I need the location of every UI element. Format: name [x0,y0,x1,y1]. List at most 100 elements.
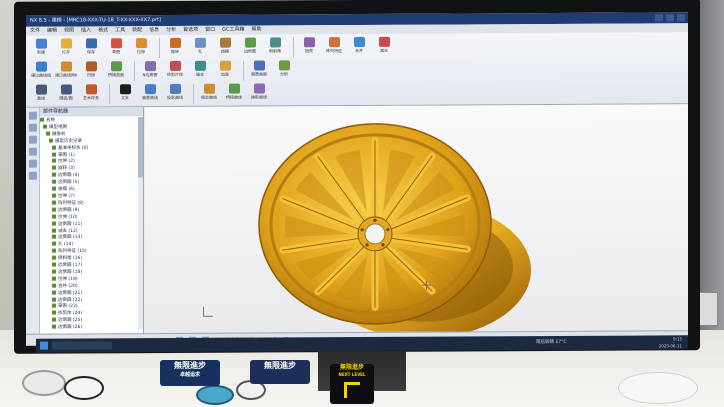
ribbon-button[interactable]: 偏置曲面 [248,60,270,82]
graphics-viewport[interactable] [145,104,688,334]
ribbon-button[interactable]: 旋转 [164,37,186,60]
close-button[interactable] [677,14,685,22]
feature-icon [52,193,56,198]
trim-sheet-icon [169,60,181,71]
ribbon-button[interactable]: 草图 [105,38,127,60]
ribbon-button[interactable]: 投影曲线 [164,83,186,106]
ribbon-button[interactable]: 分析 [273,60,295,82]
save-icon [85,38,97,49]
mesh-surface-icon [60,61,72,72]
tree-row-label: 摄像机 [52,131,66,137]
weather-widget[interactable]: 雨后转晴 17°C [536,336,567,350]
ribbon-button[interactable]: N边曲面 [139,61,161,83]
menu-item[interactable]: 分析 [166,26,176,35]
lug-hole [360,228,364,232]
minimize-button[interactable] [655,14,663,22]
sketch-icon [110,38,122,49]
ribbon-button[interactable]: 通过曲线组 [30,61,52,84]
clock-date: 2023-06-11 [658,343,682,349]
menu-item[interactable]: 信息 [149,26,159,35]
tree-row[interactable]: 边倒圆 (26) [40,324,137,330]
ribbon-button-label: 保存 [87,49,95,55]
feature-icon [52,221,56,226]
wheel-model[interactable] [145,104,688,334]
ribbon-button-label: 投影曲线 [167,94,183,100]
ribbon-button[interactable]: 修剪片体 [164,60,186,83]
ribbon-button[interactable]: 打开 [55,38,77,60]
menu-item[interactable]: 视图 [64,26,74,35]
ribbon-button[interactable]: 加厚 [214,60,236,83]
wcs-triad-icon [203,306,213,317]
ribbon-separator [134,61,135,82]
ribbon-button[interactable]: 拉伸 [130,38,152,60]
feature-icon [52,241,56,246]
ribbon-button[interactable]: 艺术样条 [80,84,102,106]
tree-row-label: 边倒圆 (25) [58,318,83,324]
menu-item[interactable]: 工具 [115,26,125,35]
ribbon-row-1: 新建 打开 保存 草图 拉伸 旋转 孔 拔模 边倒圆 倒斜角 抽壳 阵列特征 合并 减去 [30,35,684,60]
taskbar-search[interactable] [52,341,112,350]
menu-item[interactable]: 格式 [98,26,108,35]
arc-icon [60,84,72,95]
resource-bar [26,107,40,334]
ribbon-button-label: 文本 [121,95,129,101]
tree-scrollbar[interactable] [138,117,143,330]
hole-icon [194,37,206,48]
ribbon-button[interactable]: 相交曲线 [198,83,220,106]
menu-item[interactable]: 首选项 [183,26,198,35]
menu-item[interactable]: 窗口 [205,26,215,35]
ribbon-button[interactable]: 文本 [114,84,136,106]
menu-item[interactable]: 帮助 [252,25,262,34]
ribbon-button[interactable]: 桥接曲线 [223,83,245,106]
pattern-icon [328,37,340,48]
system-tray-clock[interactable]: 9:15 2023-06-11 [659,335,682,349]
ribbon-button[interactable]: 桥接曲面 [105,61,127,83]
tree-row-label: 模型历史记录 [55,138,82,144]
feature-icon [52,262,56,267]
system-materials-icon[interactable] [28,171,37,180]
feature-icon [52,186,56,191]
feature-icon [49,138,53,143]
feature-icon [52,234,56,240]
n-sided-icon [144,61,156,72]
menu-item[interactable]: 插入 [81,26,91,35]
history-tab-icon[interactable] [28,123,37,132]
ribbon-button[interactable]: 缝合 [189,60,211,83]
chamfer-icon [269,37,281,48]
feature-icon [52,304,56,309]
desk-item-disc [22,370,66,396]
lug-hole [381,243,385,247]
web-browser-icon[interactable] [28,147,37,156]
roles-icon[interactable] [28,159,37,168]
ribbon-button[interactable]: 抽取曲线 [248,83,270,105]
menu-item[interactable]: GC工具箱 [222,26,244,35]
ribbon-button[interactable]: 通过曲线网格 [55,61,77,83]
start-menu-icon[interactable] [40,341,48,350]
ribbon-button[interactable]: 扫掠 [80,61,102,83]
menu-item[interactable]: 文件 [30,27,40,36]
part-navigator: 部件导航器 名称 模型视图 摄像机 模型历史记录 基准坐标系 (0) 草图 (1) 拉伸 (… [26,107,144,334]
ribbon-button[interactable]: 圆弧/圆 [55,84,77,106]
maximize-button[interactable] [666,14,674,22]
menu-item[interactable]: 编辑 [47,27,57,36]
ribbon-button-label: 偏置曲线 [142,95,158,101]
ribbon-button-label: N边曲面 [142,72,158,78]
tree-row-label: 模型视图 [49,124,67,131]
ribbon-button[interactable]: 偏置曲线 [139,84,161,106]
navigator-tab-icon[interactable] [28,111,37,120]
ribbon-button[interactable]: 减去 [373,36,395,59]
ribbon-button[interactable]: 边倒圆 [239,37,261,60]
ribbon-button[interactable]: 孔 [189,37,211,60]
ribbon-button[interactable]: 保存 [80,38,102,60]
ribbon-button[interactable]: 直线 [30,84,52,107]
arrow-icon [344,382,360,398]
ribbon-button[interactable]: 拔模 [214,37,236,60]
menu-item[interactable]: 装配 [132,26,142,35]
ribbon-button[interactable]: 新建 [30,38,52,61]
reuse-library-icon[interactable] [28,135,37,144]
feature-icon [52,269,56,274]
ribbon-button[interactable]: 抽壳 [298,37,320,59]
ribbon-button[interactable]: 倒斜角 [264,37,286,59]
ribbon-button[interactable]: 阵列特征 [323,37,345,59]
ribbon-button[interactable]: 合并 [348,36,370,59]
